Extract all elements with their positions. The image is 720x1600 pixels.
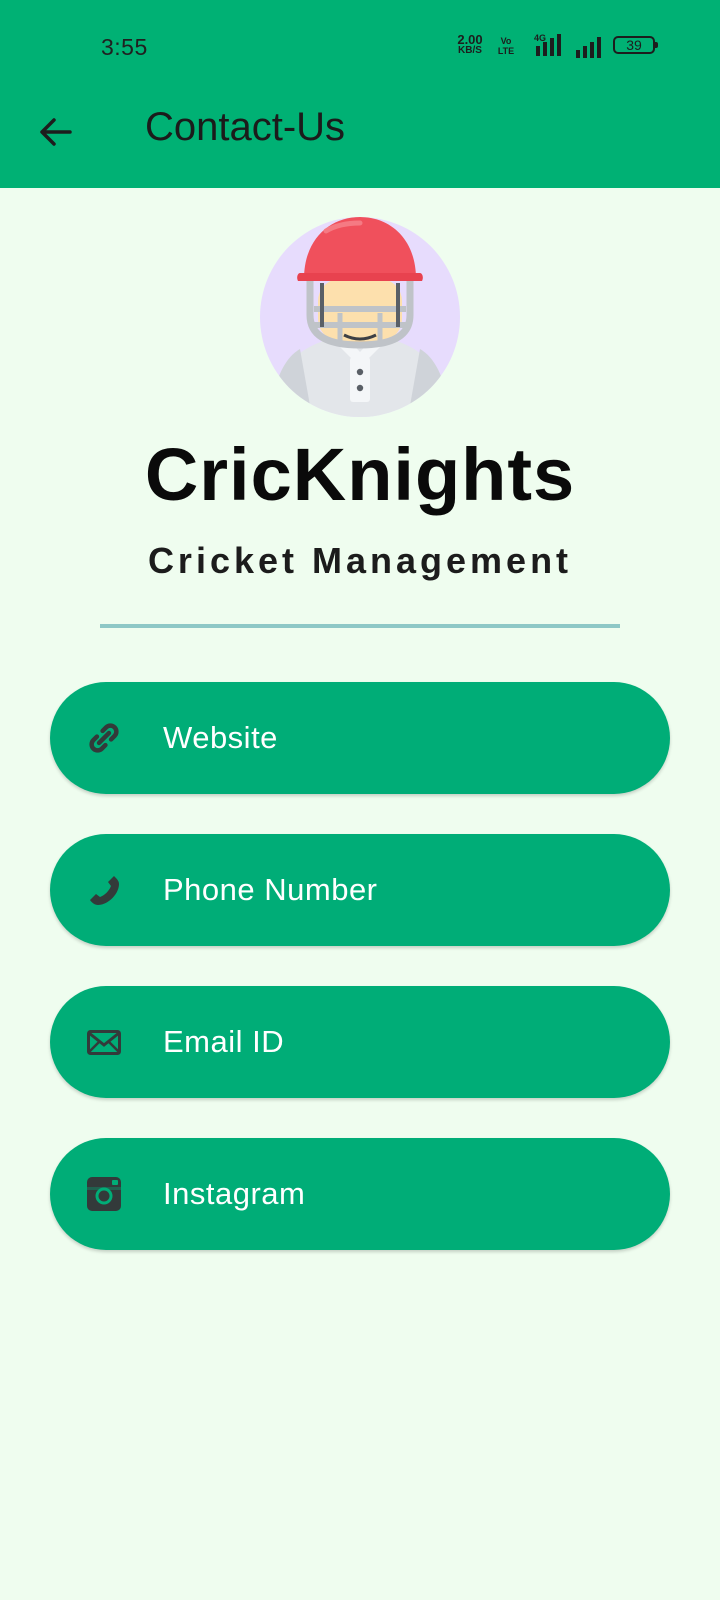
network-type-label: 4G bbox=[534, 33, 546, 43]
network-speed-value: 2.00 bbox=[457, 32, 483, 47]
brand-name: CricKnights bbox=[144, 433, 576, 516]
arrow-back-icon[interactable] bbox=[34, 110, 78, 154]
cricketer-avatar bbox=[260, 217, 460, 417]
website-button[interactable]: Website bbox=[50, 682, 670, 794]
link-icon bbox=[89, 723, 119, 753]
phone-icon bbox=[90, 876, 119, 905]
status-time: 3:55 bbox=[101, 34, 148, 60]
signal-strength-icon bbox=[576, 37, 601, 58]
email-icon bbox=[87, 1030, 121, 1055]
page-title: Contact-Us bbox=[145, 105, 346, 149]
volte-top: Vo bbox=[500, 36, 512, 46]
signal-4g-icon: 4G bbox=[534, 33, 561, 56]
email-id-button[interactable]: Email ID bbox=[50, 986, 670, 1098]
cricketer-avatar-illustration bbox=[260, 217, 460, 417]
volte-indicator: Vo LTE bbox=[492, 36, 520, 56]
website-label: Website bbox=[163, 720, 278, 755]
brand-subtitle: Cricket Management bbox=[147, 540, 573, 581]
phone-number-button[interactable]: Phone Number bbox=[50, 834, 670, 946]
app-bar: 3:55 2.00 KB/S Vo LTE 4G 39 Contact-Us bbox=[0, 0, 720, 188]
battery-icon: 39 bbox=[613, 36, 658, 54]
network-speed: 2.00 KB/S bbox=[450, 32, 490, 56]
instagram-button[interactable]: Instagram bbox=[50, 1138, 670, 1250]
instagram-icon bbox=[87, 1177, 121, 1211]
phone-number-label: Phone Number bbox=[163, 872, 378, 907]
volte-bottom: LTE bbox=[497, 46, 515, 56]
email-id-label: Email ID bbox=[163, 1024, 285, 1059]
network-speed-unit: KB/S bbox=[458, 45, 482, 56]
divider bbox=[100, 624, 620, 628]
instagram-label: Instagram bbox=[163, 1176, 306, 1211]
